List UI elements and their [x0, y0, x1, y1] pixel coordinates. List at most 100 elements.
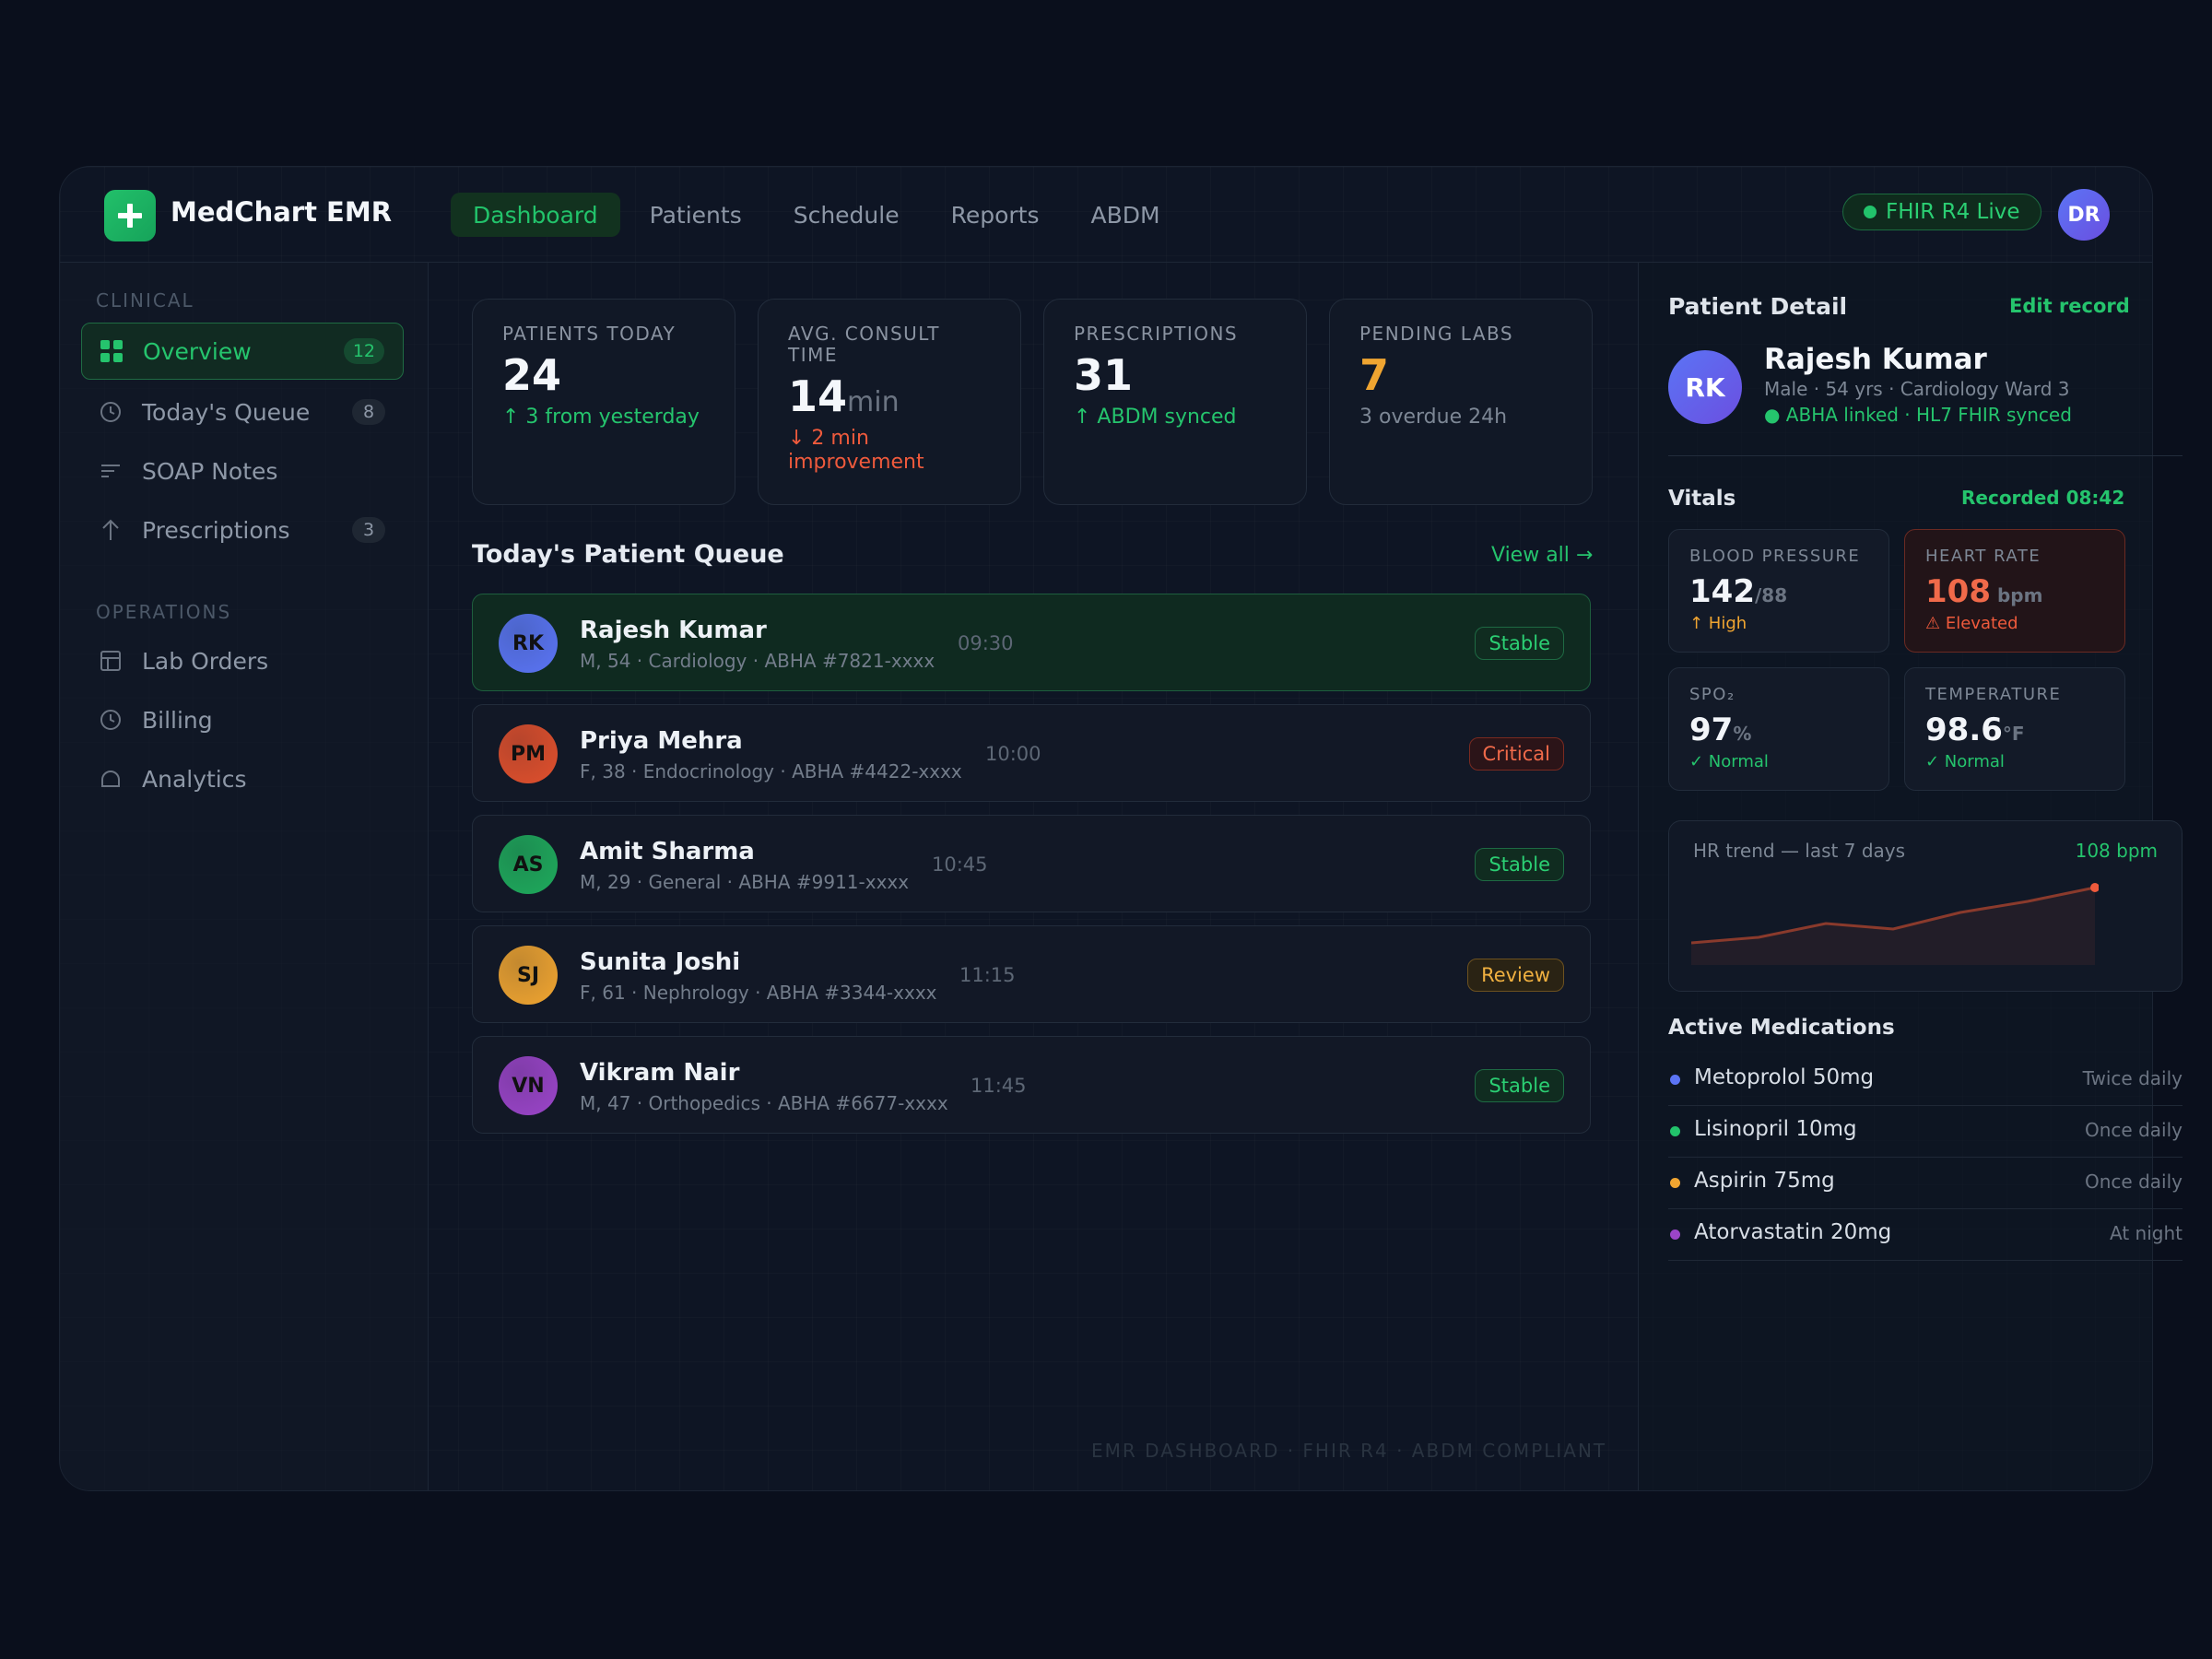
vital-value: 98.6°F	[1925, 712, 2104, 748]
sidebar-item-soap-notes[interactable]: SOAP Notes	[81, 442, 404, 500]
sidebar-item-analytics[interactable]: Analytics	[81, 750, 404, 807]
section-label-operations: OPERATIONS	[96, 601, 232, 623]
vital-card: BLOOD PRESSURE 142/88 ↑ High	[1668, 529, 1889, 653]
queue-row[interactable]: VN Vikram Nair M, 47 · Orthopedics · ABHA …	[472, 1036, 1591, 1134]
status-dot-icon	[1864, 206, 1877, 218]
patient-name: Rajesh Kumar	[580, 617, 767, 644]
patient-meta: M, 54 · Cardiology · ABHA #7821-xxxx	[580, 650, 935, 672]
patient-meta: F, 61 · Nephrology · ABHA #3344-xxxx	[580, 982, 937, 1004]
logo-icon[interactable]	[104, 190, 156, 241]
vitals-title: Vitals	[1668, 487, 1736, 511]
stat-label: PRESCRIPTIONS	[1074, 323, 1239, 345]
queue-row[interactable]: SJ Sunita Joshi F, 61 · Nephrology · ABHA …	[472, 925, 1591, 1023]
clock-icon	[98, 399, 124, 425]
vital-unit: /88	[1754, 584, 1788, 606]
stat-number: 14	[788, 371, 848, 421]
edit-record-link[interactable]: Edit record	[2009, 295, 2130, 317]
queue-title: Today's Patient Queue	[472, 540, 784, 569]
stat-label: AVG. CONSULT TIME	[788, 323, 940, 366]
patient-avatar: RK	[1668, 350, 1742, 424]
sidebar-item-lab-orders[interactable]: Lab Orders	[81, 632, 404, 689]
medication-row[interactable]: Lisinopril 10mg Once daily	[1668, 1106, 2183, 1158]
lines-icon	[98, 458, 124, 484]
top-header: MedChart EMR Dashboard Patients Schedule…	[60, 167, 2152, 263]
hr-trend-chart	[1691, 883, 2099, 965]
vital-label: TEMPERATURE	[1925, 685, 2062, 704]
stat-unit: min	[847, 386, 900, 418]
vital-number: 108	[1925, 573, 1991, 610]
vital-label: BLOOD PRESSURE	[1689, 547, 1861, 566]
medication-dot-icon	[1670, 1230, 1680, 1240]
medication-dot-icon	[1670, 1178, 1680, 1188]
patient-avatar: PM	[499, 724, 558, 783]
detail-title: Patient Detail	[1668, 293, 1848, 320]
sidebar-item-label: Billing	[142, 706, 213, 734]
queue-row[interactable]: AS Amit Sharma M, 29 · General · ABHA #991…	[472, 815, 1591, 912]
patient-avatar: SJ	[499, 946, 558, 1005]
appointment-time: 11:45	[971, 1075, 1027, 1097]
sidebar-item-label: Analytics	[142, 765, 247, 793]
status-badge: Stable	[1475, 627, 1564, 660]
view-all-link[interactable]: View all →	[1491, 544, 1593, 567]
medication-frequency: Once daily	[2085, 1171, 2183, 1193]
queue-row[interactable]: RK Rajesh Kumar M, 54 · Cardiology · ABHA …	[472, 594, 1591, 691]
medications-title: Active Medications	[1668, 1016, 1895, 1040]
vital-status: ✓ Normal	[1925, 752, 2005, 771]
patient-name: Rajesh Kumar	[1764, 343, 1987, 376]
stat-delta: ↑ 3 from yesterday	[502, 406, 700, 429]
vital-number: 98.6	[1925, 712, 2003, 748]
status-badge: Review	[1467, 959, 1564, 992]
fhir-status-badge[interactable]: FHIR R4 Live	[1842, 194, 2041, 230]
sidebar-item-label: Lab Orders	[142, 647, 269, 675]
stat-number: 24	[502, 350, 562, 400]
medication-frequency: At night	[2110, 1222, 2183, 1244]
status-badge: Stable	[1475, 848, 1564, 881]
nav-reports[interactable]: Reports	[929, 193, 1062, 237]
medication-name: Lisinopril 10mg	[1694, 1117, 1857, 1141]
vital-label: HEART RATE	[1925, 547, 2041, 566]
divider	[1668, 455, 2183, 456]
arrow-up-icon	[98, 517, 124, 543]
medication-row[interactable]: Metoprolol 50mg Twice daily	[1668, 1054, 2183, 1106]
medication-dot-icon	[1670, 1126, 1680, 1136]
nav-patients[interactable]: Patients	[628, 193, 764, 237]
hr-trend-card: HR trend — last 7 days 108 bpm	[1668, 820, 2183, 992]
main-nav: Dashboard Patients Schedule Reports ABDM	[451, 193, 1182, 237]
count-badge: 8	[352, 399, 385, 425]
fhir-status-label: FHIR R4 Live	[1886, 200, 2020, 224]
queue-row[interactable]: PM Priya Mehra F, 38 · Endocrinology · ABH…	[472, 704, 1591, 802]
patient-meta: F, 38 · Endocrinology · ABHA #4422-xxxx	[580, 760, 962, 782]
user-avatar[interactable]: DR	[2058, 189, 2110, 241]
medication-name: Atorvastatin 20mg	[1694, 1220, 1892, 1244]
patient-info: Male · 54 yrs · Cardiology Ward 3	[1764, 378, 2070, 400]
medication-name: Metoprolol 50mg	[1694, 1065, 1875, 1089]
vital-unit: %	[1733, 723, 1752, 745]
clock-icon	[98, 707, 124, 733]
stat-value: 31	[1074, 350, 1277, 400]
medication-row[interactable]: Aspirin 75mg Once daily	[1668, 1158, 2183, 1209]
vital-unit: bpm	[1990, 584, 2043, 606]
vital-status: ✓ Normal	[1689, 752, 1769, 771]
medication-row[interactable]: Atorvastatin 20mg At night	[1668, 1209, 2183, 1261]
sidebar-item-billing[interactable]: Billing	[81, 691, 404, 748]
stat-value: 14min	[788, 371, 991, 421]
vital-unit: °F	[2002, 723, 2025, 745]
vital-status: ↑ High	[1689, 614, 1747, 633]
patient-sync-status: ● ABHA linked · HL7 FHIR synced	[1764, 404, 2072, 426]
sidebar-item-overview[interactable]: Overview 12	[81, 323, 404, 380]
sidebar-item-label: SOAP Notes	[142, 457, 278, 485]
nav-dashboard[interactable]: Dashboard	[451, 193, 620, 237]
nav-abdm[interactable]: ABDM	[1069, 193, 1182, 237]
appointment-time: 11:15	[959, 964, 1016, 986]
medication-frequency: Twice daily	[2082, 1067, 2183, 1089]
stat-label: PENDING LABS	[1359, 323, 1514, 345]
trend-label: HR trend — last 7 days	[1693, 840, 1906, 862]
patient-name: Sunita Joshi	[580, 948, 741, 976]
stat-card: PRESCRIPTIONS 31 ↑ ABDM synced	[1043, 299, 1307, 505]
count-badge: 3	[352, 517, 385, 543]
patient-name: Vikram Nair	[580, 1059, 740, 1087]
nav-schedule[interactable]: Schedule	[771, 193, 922, 237]
sidebar-item-todays-queue[interactable]: Today's Queue 8	[81, 383, 404, 441]
sidebar-item-prescriptions[interactable]: Prescriptions 3	[81, 501, 404, 559]
app-title: MedChart EMR	[171, 196, 393, 228]
